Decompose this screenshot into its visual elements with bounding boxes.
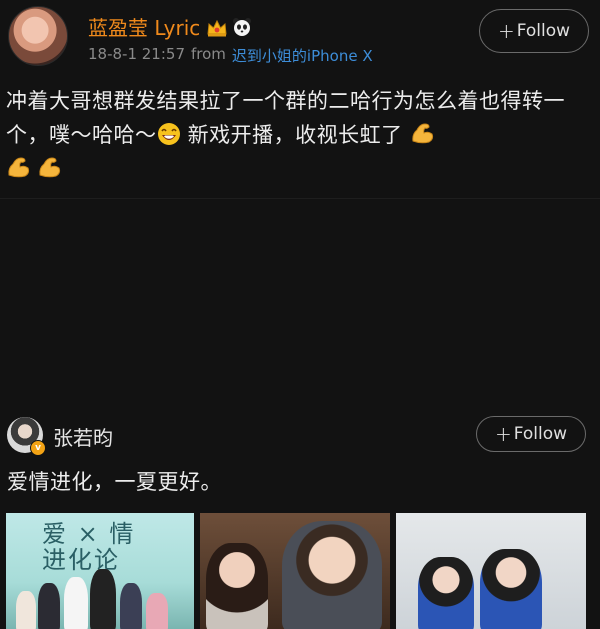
post-image-1[interactable]: 爱 × 情 进化论 <box>6 513 194 629</box>
avatar[interactable] <box>8 6 68 66</box>
post-text: 爱情进化，一夏更好。 <box>7 470 222 494</box>
plus-icon: + <box>494 422 512 446</box>
post-date: 18-8-1 21:57 <box>88 45 185 63</box>
person-figure <box>38 583 60 629</box>
person-figure <box>146 593 168 629</box>
from-label: from <box>191 45 226 63</box>
follow-label: Follow <box>513 424 568 444</box>
poster-title-line1: 爱 × 情 <box>42 520 136 548</box>
crown-icon <box>206 19 227 36</box>
person-figure <box>418 557 474 629</box>
post-image-3[interactable] <box>396 513 586 629</box>
flexed-biceps-icon <box>410 120 434 144</box>
post-1: 蓝盈莹 Lyric 18-8-1 21:57 from 迟到小姐的iPhone … <box>0 0 600 200</box>
follow-button[interactable]: + Follow <box>476 416 586 452</box>
person-figure <box>90 569 116 629</box>
username[interactable]: 张若昀 <box>53 422 113 451</box>
username[interactable]: 蓝盈莹 Lyric <box>88 12 200 41</box>
person-figure <box>206 543 268 629</box>
post-image-2[interactable] <box>200 513 390 629</box>
post-author: 蓝盈莹 Lyric <box>88 12 252 41</box>
person-figure <box>16 591 36 629</box>
person-figure <box>120 583 142 629</box>
post-source-link[interactable]: 迟到小姐的iPhone X <box>232 45 373 66</box>
person-figure <box>64 577 88 629</box>
verified-badge-icon: v <box>30 440 46 456</box>
flexed-biceps-icon <box>37 154 61 178</box>
panda-icon <box>232 17 252 37</box>
post-text-part2: 新戏开播，收视长虹了 <box>180 123 403 147</box>
flexed-biceps-icon <box>6 154 30 178</box>
person-figure <box>480 549 542 629</box>
post-divider <box>0 198 600 199</box>
plus-icon: + <box>497 19 515 43</box>
post-text: 冲着大哥想群发结果拉了一个群的二哈行为怎么着也得转一个，噗～哈哈～ 新戏开播，收… <box>6 84 596 186</box>
post-meta: 18-8-1 21:57 from 迟到小姐的iPhone X <box>88 45 373 66</box>
poster-title: 爱 × 情 进化论 <box>42 521 135 573</box>
person-figure <box>282 521 382 629</box>
follow-label: Follow <box>516 21 571 41</box>
follow-button[interactable]: + Follow <box>479 9 589 53</box>
laughing-emoji-icon <box>157 122 181 146</box>
